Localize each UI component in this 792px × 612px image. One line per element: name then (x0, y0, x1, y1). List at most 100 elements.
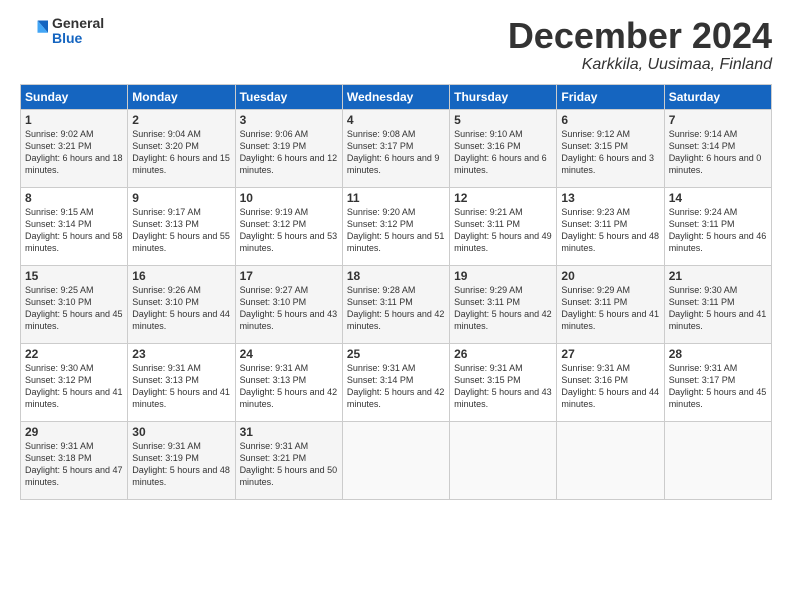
day-info: Sunrise: 9:29 AM Sunset: 3:11 PM Dayligh… (561, 284, 659, 333)
day-number: 18 (347, 269, 445, 283)
day-number: 4 (347, 113, 445, 127)
table-row: 8Sunrise: 9:15 AM Sunset: 3:14 PM Daylig… (21, 187, 128, 265)
day-info: Sunrise: 9:30 AM Sunset: 3:12 PM Dayligh… (25, 362, 123, 411)
day-number: 22 (25, 347, 123, 361)
day-info: Sunrise: 9:17 AM Sunset: 3:13 PM Dayligh… (132, 206, 230, 255)
table-row: 21Sunrise: 9:30 AM Sunset: 3:11 PM Dayli… (664, 265, 771, 343)
table-row: 17Sunrise: 9:27 AM Sunset: 3:10 PM Dayli… (235, 265, 342, 343)
title-block: December 2024 Karkkila, Uusimaa, Finland (508, 16, 772, 74)
day-number: 25 (347, 347, 445, 361)
day-number: 2 (132, 113, 230, 127)
day-number: 17 (240, 269, 338, 283)
day-number: 8 (25, 191, 123, 205)
table-row: 10Sunrise: 9:19 AM Sunset: 3:12 PM Dayli… (235, 187, 342, 265)
logo: General Blue (20, 16, 104, 47)
table-row: 29Sunrise: 9:31 AM Sunset: 3:18 PM Dayli… (21, 421, 128, 499)
day-number: 28 (669, 347, 767, 361)
table-row: 27Sunrise: 9:31 AM Sunset: 3:16 PM Dayli… (557, 343, 664, 421)
day-info: Sunrise: 9:02 AM Sunset: 3:21 PM Dayligh… (25, 128, 123, 177)
day-number: 11 (347, 191, 445, 205)
day-info: Sunrise: 9:20 AM Sunset: 3:12 PM Dayligh… (347, 206, 445, 255)
table-row: 23Sunrise: 9:31 AM Sunset: 3:13 PM Dayli… (128, 343, 235, 421)
day-number: 21 (669, 269, 767, 283)
table-row: 20Sunrise: 9:29 AM Sunset: 3:11 PM Dayli… (557, 265, 664, 343)
table-row (664, 421, 771, 499)
table-row: 1Sunrise: 9:02 AM Sunset: 3:21 PM Daylig… (21, 109, 128, 187)
day-info: Sunrise: 9:27 AM Sunset: 3:10 PM Dayligh… (240, 284, 338, 333)
day-info: Sunrise: 9:31 AM Sunset: 3:14 PM Dayligh… (347, 362, 445, 411)
day-info: Sunrise: 9:24 AM Sunset: 3:11 PM Dayligh… (669, 206, 767, 255)
col-wednesday: Wednesday (342, 84, 449, 109)
table-row: 16Sunrise: 9:26 AM Sunset: 3:10 PM Dayli… (128, 265, 235, 343)
day-info: Sunrise: 9:31 AM Sunset: 3:17 PM Dayligh… (669, 362, 767, 411)
day-number: 16 (132, 269, 230, 283)
table-row: 5Sunrise: 9:10 AM Sunset: 3:16 PM Daylig… (450, 109, 557, 187)
day-number: 15 (25, 269, 123, 283)
day-info: Sunrise: 9:04 AM Sunset: 3:20 PM Dayligh… (132, 128, 230, 177)
table-row: 31Sunrise: 9:31 AM Sunset: 3:21 PM Dayli… (235, 421, 342, 499)
day-number: 6 (561, 113, 659, 127)
logo-icon (20, 17, 48, 45)
day-number: 3 (240, 113, 338, 127)
col-thursday: Thursday (450, 84, 557, 109)
calendar-week-row: 1Sunrise: 9:02 AM Sunset: 3:21 PM Daylig… (21, 109, 772, 187)
day-number: 31 (240, 425, 338, 439)
table-row: 22Sunrise: 9:30 AM Sunset: 3:12 PM Dayli… (21, 343, 128, 421)
day-info: Sunrise: 9:31 AM Sunset: 3:13 PM Dayligh… (240, 362, 338, 411)
day-info: Sunrise: 9:19 AM Sunset: 3:12 PM Dayligh… (240, 206, 338, 255)
day-info: Sunrise: 9:31 AM Sunset: 3:13 PM Dayligh… (132, 362, 230, 411)
day-info: Sunrise: 9:30 AM Sunset: 3:11 PM Dayligh… (669, 284, 767, 333)
day-number: 29 (25, 425, 123, 439)
calendar-header-row: Sunday Monday Tuesday Wednesday Thursday… (21, 84, 772, 109)
table-row: 2Sunrise: 9:04 AM Sunset: 3:20 PM Daylig… (128, 109, 235, 187)
day-info: Sunrise: 9:29 AM Sunset: 3:11 PM Dayligh… (454, 284, 552, 333)
logo-text: General Blue (52, 16, 104, 47)
day-number: 7 (669, 113, 767, 127)
day-number: 1 (25, 113, 123, 127)
table-row: 6Sunrise: 9:12 AM Sunset: 3:15 PM Daylig… (557, 109, 664, 187)
table-row: 14Sunrise: 9:24 AM Sunset: 3:11 PM Dayli… (664, 187, 771, 265)
day-number: 13 (561, 191, 659, 205)
col-saturday: Saturday (664, 84, 771, 109)
table-row: 3Sunrise: 9:06 AM Sunset: 3:19 PM Daylig… (235, 109, 342, 187)
table-row: 4Sunrise: 9:08 AM Sunset: 3:17 PM Daylig… (342, 109, 449, 187)
day-number: 30 (132, 425, 230, 439)
day-number: 9 (132, 191, 230, 205)
day-info: Sunrise: 9:26 AM Sunset: 3:10 PM Dayligh… (132, 284, 230, 333)
col-tuesday: Tuesday (235, 84, 342, 109)
day-info: Sunrise: 9:10 AM Sunset: 3:16 PM Dayligh… (454, 128, 552, 177)
day-number: 12 (454, 191, 552, 205)
day-info: Sunrise: 9:31 AM Sunset: 3:15 PM Dayligh… (454, 362, 552, 411)
table-row (342, 421, 449, 499)
day-info: Sunrise: 9:31 AM Sunset: 3:16 PM Dayligh… (561, 362, 659, 411)
table-row: 18Sunrise: 9:28 AM Sunset: 3:11 PM Dayli… (342, 265, 449, 343)
table-row (557, 421, 664, 499)
table-row (450, 421, 557, 499)
table-row: 15Sunrise: 9:25 AM Sunset: 3:10 PM Dayli… (21, 265, 128, 343)
col-friday: Friday (557, 84, 664, 109)
table-row: 24Sunrise: 9:31 AM Sunset: 3:13 PM Dayli… (235, 343, 342, 421)
calendar-week-row: 22Sunrise: 9:30 AM Sunset: 3:12 PM Dayli… (21, 343, 772, 421)
calendar: Sunday Monday Tuesday Wednesday Thursday… (20, 84, 772, 500)
calendar-week-row: 8Sunrise: 9:15 AM Sunset: 3:14 PM Daylig… (21, 187, 772, 265)
col-monday: Monday (128, 84, 235, 109)
day-info: Sunrise: 9:12 AM Sunset: 3:15 PM Dayligh… (561, 128, 659, 177)
day-number: 27 (561, 347, 659, 361)
day-number: 26 (454, 347, 552, 361)
day-info: Sunrise: 9:25 AM Sunset: 3:10 PM Dayligh… (25, 284, 123, 333)
logo-general: General (52, 16, 104, 31)
day-number: 23 (132, 347, 230, 361)
day-info: Sunrise: 9:21 AM Sunset: 3:11 PM Dayligh… (454, 206, 552, 255)
table-row: 7Sunrise: 9:14 AM Sunset: 3:14 PM Daylig… (664, 109, 771, 187)
day-number: 19 (454, 269, 552, 283)
day-info: Sunrise: 9:15 AM Sunset: 3:14 PM Dayligh… (25, 206, 123, 255)
day-info: Sunrise: 9:28 AM Sunset: 3:11 PM Dayligh… (347, 284, 445, 333)
day-info: Sunrise: 9:14 AM Sunset: 3:14 PM Dayligh… (669, 128, 767, 177)
table-row: 11Sunrise: 9:20 AM Sunset: 3:12 PM Dayli… (342, 187, 449, 265)
day-number: 20 (561, 269, 659, 283)
day-info: Sunrise: 9:31 AM Sunset: 3:19 PM Dayligh… (132, 440, 230, 489)
day-info: Sunrise: 9:31 AM Sunset: 3:21 PM Dayligh… (240, 440, 338, 489)
location-title: Karkkila, Uusimaa, Finland (508, 56, 772, 74)
day-info: Sunrise: 9:23 AM Sunset: 3:11 PM Dayligh… (561, 206, 659, 255)
table-row: 13Sunrise: 9:23 AM Sunset: 3:11 PM Dayli… (557, 187, 664, 265)
